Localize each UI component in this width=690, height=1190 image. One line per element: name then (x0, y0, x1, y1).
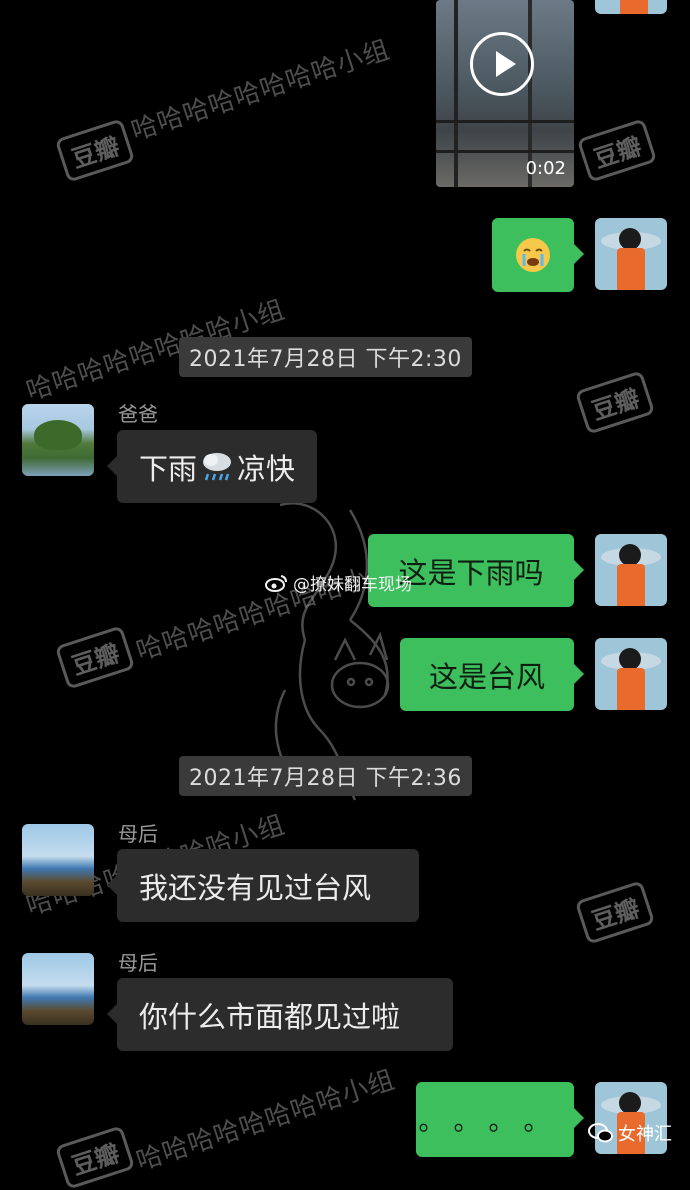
douban-watermark: 豆瓣 (574, 880, 656, 945)
message-text: 这是台风 (428, 659, 545, 694)
video-duration: 0:02 (525, 158, 566, 179)
outgoing-message-bubble[interactable]: 这是台风 (400, 638, 584, 711)
dad-avatar[interactable] (22, 404, 94, 476)
window-frame (454, 0, 458, 187)
railing (436, 120, 574, 123)
outgoing-message-bubble[interactable]: 。。。。 (416, 1082, 584, 1157)
crying-face-emoji (516, 238, 550, 272)
message-text: 你什么市面都见过啦 (139, 999, 401, 1034)
incoming-message-bubble[interactable]: 你什么市面都见过啦 (107, 978, 453, 1051)
douban-watermark: 豆瓣 (54, 625, 136, 690)
mom-avatar[interactable] (22, 824, 94, 896)
message-text: 这是下雨吗 (398, 555, 544, 590)
sender-name: 母后 (118, 951, 158, 975)
group-watermark: 哈哈哈哈哈哈哈哈小组 (127, 34, 394, 147)
weibo-watermark: @撩妹翻车现场 (265, 570, 412, 595)
message-text: 下雨 (139, 451, 198, 486)
self-avatar[interactable] (595, 638, 667, 710)
timestamp: 2021年7月28日 下午2:30 (179, 337, 472, 377)
self-avatar[interactable] (595, 534, 667, 606)
wechat-watermark: 女神汇 (588, 1120, 672, 1146)
douban-watermark: 豆瓣 (54, 1125, 136, 1190)
message-text: 凉快 (237, 451, 296, 486)
sender-name: 爸爸 (118, 402, 158, 426)
douban-watermark: 豆瓣 (574, 370, 656, 435)
mom-avatar[interactable] (22, 953, 94, 1025)
weibo-icon (265, 574, 287, 592)
douban-watermark: 豆瓣 (576, 118, 658, 183)
rain-cloud-emoji (203, 452, 232, 480)
sender-name: 母后 (118, 822, 158, 846)
timestamp: 2021年7月28日 下午2:36 (179, 756, 472, 796)
wechat-icon (588, 1123, 613, 1143)
incoming-message-bubble[interactable]: 我还没有见过台风 (107, 849, 419, 922)
incoming-message-bubble[interactable]: 下雨 凉快 (106, 430, 318, 503)
message-text: 我还没有见过台风 (139, 870, 372, 905)
self-avatar[interactable] (595, 0, 667, 14)
douban-watermark: 豆瓣 (54, 118, 136, 183)
video-message[interactable]: 0:02 (436, 0, 574, 187)
outgoing-emoji-bubble[interactable] (492, 218, 584, 292)
self-avatar[interactable] (595, 218, 667, 290)
railing (436, 150, 574, 153)
group-watermark: 哈哈哈哈哈哈哈哈小组 (132, 1064, 399, 1177)
play-icon[interactable] (470, 32, 534, 96)
message-text: 。。。。 (418, 1107, 572, 1137)
